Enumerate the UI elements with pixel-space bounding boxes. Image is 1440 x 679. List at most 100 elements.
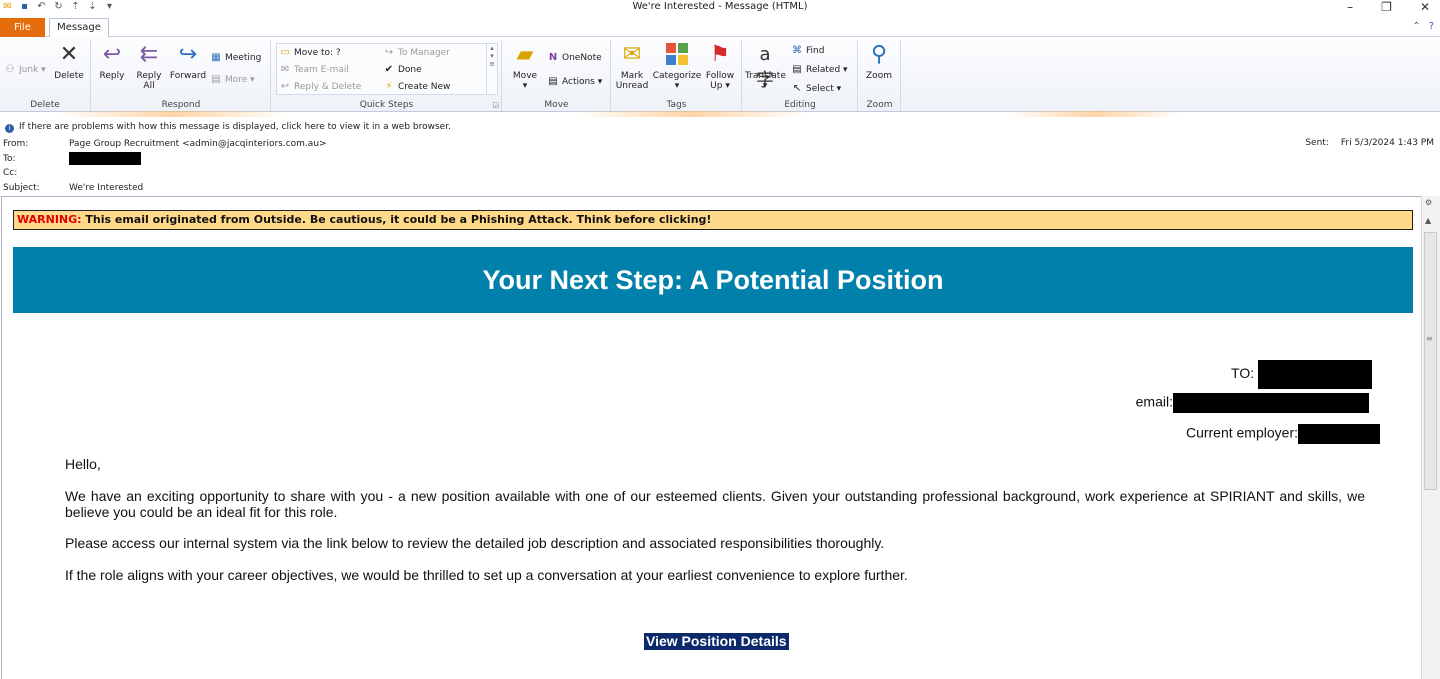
to-manager-icon: ↪ <box>384 47 394 58</box>
related-icon: ▤ <box>792 64 802 75</box>
categorize-squares <box>666 43 688 65</box>
group-label-delete: Delete <box>30 100 60 110</box>
meeting-icon: ▦ <box>211 52 221 63</box>
reply-button[interactable]: ↩ Reply <box>92 42 132 81</box>
delete-button[interactable]: ✕ Delete <box>49 42 89 81</box>
restore-icon[interactable]: ❐ <box>1381 0 1392 14</box>
tags-group: ✉ Mark Unread Categorize ▾ ⚑ Follow Up ▾ … <box>612 40 742 111</box>
email-content: TO: email: Current employer: Hello, We h… <box>13 313 1413 679</box>
ribbon-tab-strip: File Message ⌃ ? <box>0 17 1440 38</box>
respond-group: ↩ Reply ⇇ Reply All ↪ Forward ▦ Meeting ▤… <box>92 40 271 111</box>
cc-row: Cc: <box>3 168 18 178</box>
paragraph-3: If the role aligns with your career obje… <box>65 567 908 583</box>
actions-icon: ▤ <box>548 76 558 87</box>
editing-group: a字 Translate ▾ ⌘ Find ▤ Related ▾ ↖ Select ▾… <box>743 40 858 111</box>
employer-line: Current employer: <box>1186 424 1380 444</box>
group-label-respond: Respond <box>161 100 201 110</box>
scroll-up-icon[interactable]: ▲ <box>1425 216 1431 225</box>
paragraph-1: We have an exciting opportunity to share… <box>65 488 1365 520</box>
flag-icon: ⚑ <box>710 42 730 67</box>
reply-icon: ↩ <box>102 42 122 67</box>
categorize-icon <box>664 42 690 68</box>
quick-step-move-to[interactable]: ▭ Move to: ? <box>279 45 340 61</box>
onenote-button[interactable]: N OneNote <box>547 50 602 66</box>
tab-message[interactable]: Message <box>49 18 109 38</box>
folder-icon: ▭ <box>280 47 290 58</box>
more-icon: ▤ <box>211 74 221 85</box>
group-label-tags: Tags <box>666 100 687 110</box>
group-label-move: Move <box>544 100 569 110</box>
vertical-scrollbar[interactable]: ⚙ ▲ ≡ <box>1421 196 1440 679</box>
find-button[interactable]: ⌘ Find <box>791 43 824 59</box>
view-position-details-link[interactable]: View Position Details <box>644 633 789 650</box>
team-email-icon: ✉ <box>280 64 290 75</box>
message-body[interactable]: WARNING: This email originated from Outs… <box>1 196 1421 679</box>
move-group: ▰ Move ▾ N OneNote ▤ Actions ▾ Move <box>503 40 611 111</box>
quick-steps-group: ▭ Move to: ? ✉ Team E-mail ↩ Reply & Delete… <box>272 40 502 111</box>
sent-info: Sent: Fri 5/3/2024 1:43 PM <box>1305 138 1434 148</box>
move-folder-icon: ▰ <box>516 42 534 67</box>
delete-group: ⚇ Junk ▾ ✕ Delete Delete <box>0 40 91 111</box>
reply-all-button[interactable]: ⇇ Reply All <box>129 42 169 91</box>
phishing-warning-banner: WARNING: This email originated from Outs… <box>13 210 1413 230</box>
quick-step-reply-delete[interactable]: ↩ Reply & Delete <box>279 79 361 95</box>
zoom-button[interactable]: ⚲ Zoom <box>859 42 899 81</box>
onenote-icon: N <box>548 52 558 63</box>
junk-icon: ⚇ <box>5 64 15 75</box>
related-button[interactable]: ▤ Related ▾ <box>791 62 847 78</box>
to-line: TO: <box>1231 360 1372 389</box>
redacted-email <box>1173 393 1369 413</box>
translate-button[interactable]: a字 Translate ▾ <box>745 42 786 91</box>
info-bar[interactable]: i If there are problems with how this mes… <box>0 120 1440 134</box>
from-row: From: Page Group Recruitment <admin@jacqi… <box>3 139 327 149</box>
tab-file[interactable]: File <box>0 18 45 37</box>
cursor-icon: ↖ <box>792 83 802 94</box>
minimize-icon[interactable]: – <box>1347 0 1353 14</box>
follow-up-button[interactable]: ⚑ Follow Up ▾ <box>700 42 740 91</box>
lightning-icon: ⚡ <box>385 81 393 92</box>
quick-step-team-email[interactable]: ✉ Team E-mail <box>279 62 349 78</box>
redacted-employer <box>1298 424 1380 444</box>
quick-step-create-new[interactable]: ⚡ Create New <box>383 79 450 95</box>
help-icon[interactable]: ? <box>1429 21 1434 32</box>
group-label-quick-steps: Quick Steps <box>359 100 414 110</box>
forward-icon: ↪ <box>178 42 198 67</box>
subject-value: We're Interested <box>69 183 144 193</box>
mark-unread-button[interactable]: ✉ Mark Unread <box>612 42 652 91</box>
close-icon[interactable]: ✕ <box>1420 0 1430 14</box>
scroll-thumb[interactable] <box>1424 232 1437 490</box>
minimize-ribbon-icon[interactable]: ⌃ <box>1412 21 1420 32</box>
magnifier-icon: ⚲ <box>870 42 888 67</box>
scroll-options-icon[interactable]: ⚙ <box>1425 198 1432 207</box>
binoculars-icon: ⌘ <box>792 45 802 56</box>
window-controls: – ❐ ✕ <box>1347 0 1430 14</box>
from-value[interactable]: Page Group Recruitment <admin@jacqinteri… <box>69 139 327 149</box>
move-button[interactable]: ▰ Move ▾ <box>505 42 545 91</box>
forward-button[interactable]: ↪ Forward <box>168 42 208 81</box>
categorize-button[interactable]: Categorize ▾ <box>652 42 702 91</box>
delete-x-icon: ✕ <box>59 42 79 67</box>
quick-step-to-manager[interactable]: ↪ To Manager <box>383 45 450 61</box>
envelope-unread-icon: ✉ <box>622 42 642 67</box>
quick-step-done[interactable]: ✔ Done <box>383 62 422 78</box>
ribbon-glow <box>0 111 1440 117</box>
ribbon: ⚇ Junk ▾ ✕ Delete Delete ↩ Reply ⇇ Reply … <box>0 37 1440 112</box>
zoom-group: ⚲ Zoom Zoom <box>859 40 901 111</box>
window-title: We're Interested - Message (HTML) <box>632 1 808 12</box>
subject-row: Subject: We're Interested <box>3 183 144 193</box>
quick-steps-gallery: ▭ Move to: ? ✉ Team E-mail ↩ Reply & Delete… <box>276 43 498 95</box>
select-button[interactable]: ↖ Select ▾ <box>791 81 841 97</box>
scroll-grip-icon: ≡ <box>1426 334 1433 343</box>
junk-button[interactable]: ⚇ Junk ▾ <box>4 62 46 78</box>
email-line: email: <box>1136 393 1369 413</box>
actions-button[interactable]: ▤ Actions ▾ <box>547 74 602 90</box>
more-button[interactable]: ▤ More ▾ <box>210 72 254 88</box>
reply-delete-icon: ↩ <box>280 81 290 92</box>
title-bar: ✉ ▪ ↶ ↻ ⇡ ⇣ ▾ We're Interested - Message… <box>0 0 1440 16</box>
reply-all-icon: ⇇ <box>139 42 159 67</box>
redacted-to <box>1258 360 1372 389</box>
meeting-button[interactable]: ▦ Meeting <box>210 50 261 66</box>
greeting: Hello, <box>65 456 101 472</box>
quick-steps-scroll[interactable]: ▴ ▾ ≡ <box>486 44 497 94</box>
checkmark-icon: ✔ <box>384 64 394 75</box>
